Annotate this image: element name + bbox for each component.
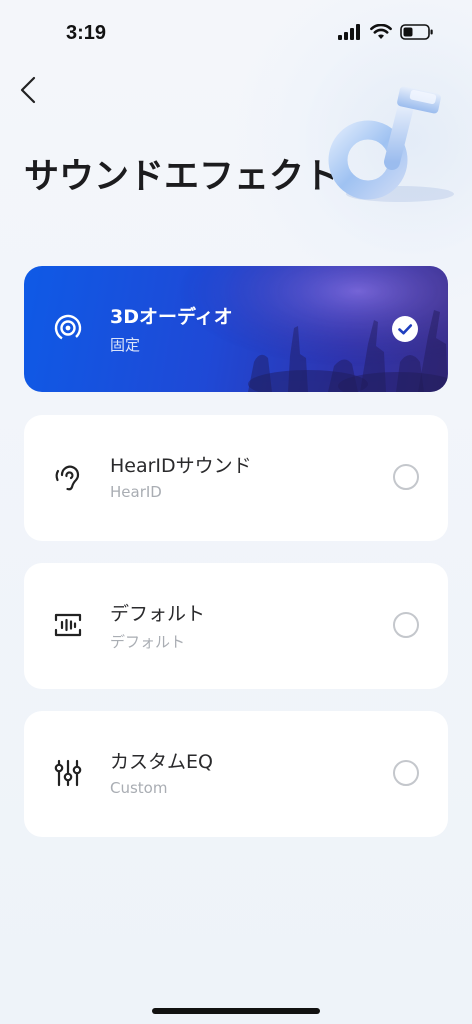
selected-check-icon[interactable] [392,316,418,342]
radio-button[interactable] [393,464,419,490]
ear-icon [55,465,80,491]
radio-button[interactable] [393,612,419,638]
waveform-icon [54,613,82,637]
option-subtitle: HearID [110,483,162,501]
option-subtitle: デフォルト [110,633,186,651]
option-custom-eq[interactable]: カスタムEQ Custom [24,711,448,837]
status-icons [338,24,434,40]
option-subtitle: 固定 [110,336,141,354]
back-button[interactable] [14,72,46,108]
cellular-signal-icon [338,24,360,40]
option-hearid-sound[interactable]: HearIDサウンド HearID [24,415,448,541]
page-title: サウンドエフェクト [24,157,340,197]
3d-audio-icon [54,314,82,342]
option-default[interactable]: デフォルト デフォルト [24,563,448,689]
sound-effect-screen: 3:19 サウンドエフェクト 3Dオーディオ 固定 HearIDサウンド Hea… [0,0,472,1024]
equalizer-sliders-icon [54,759,82,787]
status-bar: 3:19 [0,0,472,64]
option-title: HearIDサウンド [110,455,252,477]
wifi-icon [370,24,392,39]
radio-button[interactable] [393,760,419,786]
option-subtitle: Custom [110,779,168,797]
battery-icon [400,24,433,40]
chevron-left-icon [20,76,36,104]
home-indicator [152,1008,320,1014]
option-title: 3Dオーディオ [110,306,233,328]
option-title: デフォルト [110,603,206,625]
status-time: 3:19 [66,22,107,44]
option-title: カスタムEQ [110,751,213,773]
option-3d-audio[interactable]: 3Dオーディオ 固定 [24,266,448,392]
music-note-graphic [328,86,454,202]
